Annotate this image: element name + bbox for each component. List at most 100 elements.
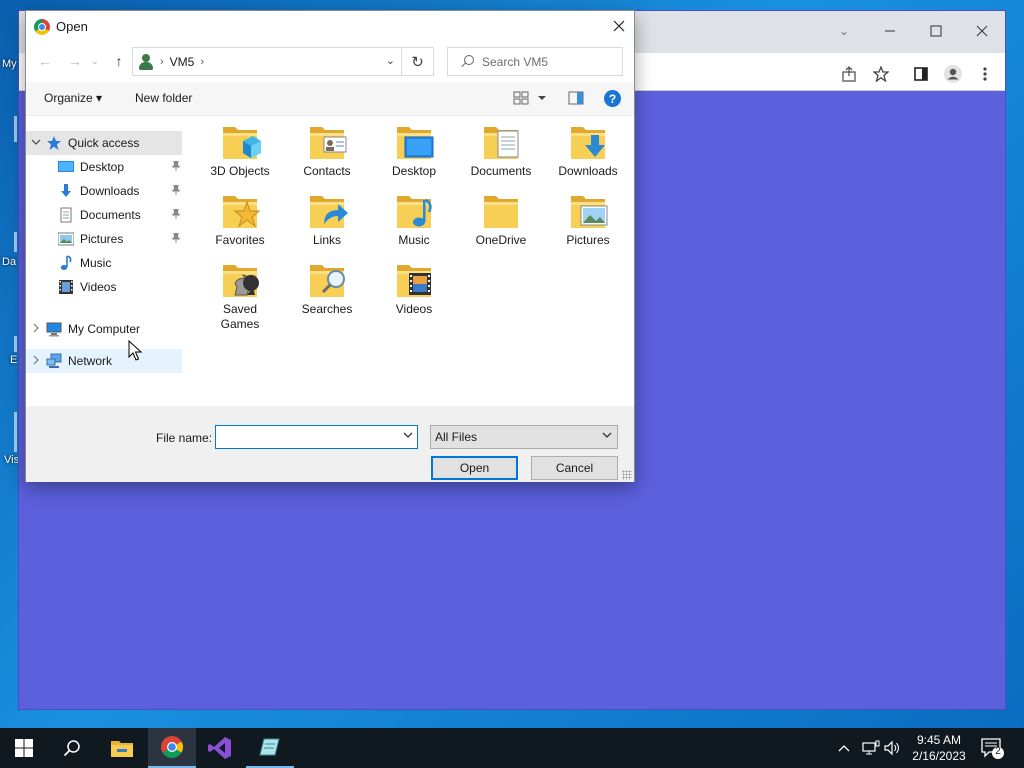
contacts-icon: [308, 121, 347, 161]
folder-label: Documents: [470, 164, 532, 178]
maximize-icon[interactable]: [913, 17, 959, 45]
side-panel-icon[interactable]: [907, 60, 935, 88]
recent-locations-button[interactable]: ⌄: [88, 49, 102, 73]
chrome-menu-icon[interactable]: [971, 60, 999, 88]
tray-overflow-chevron-icon[interactable]: [838, 728, 850, 768]
folder-item[interactable]: Favorites: [202, 190, 278, 248]
forward-button[interactable]: →: [64, 49, 86, 73]
dialog-close-button[interactable]: [604, 11, 634, 41]
system-clock[interactable]: 9:45 AM 2/16/2023: [904, 732, 974, 764]
desktop-icon-label[interactable]: E: [10, 354, 17, 366]
taskbar: 9:45 AM 2/16/2023 2: [0, 728, 1024, 768]
nav-videos[interactable]: Videos: [26, 275, 182, 299]
download-icon: [61, 184, 71, 197]
folder-item[interactable]: Saved Games: [202, 259, 278, 332]
search-input[interactable]: [482, 54, 622, 69]
refresh-button[interactable]: ↻: [402, 47, 434, 76]
pin-icon[interactable]: [171, 160, 181, 174]
help-icon[interactable]: ?: [604, 90, 621, 107]
file-type-dropdown-icon[interactable]: [602, 431, 612, 442]
nav-desktop[interactable]: Desktop: [26, 155, 182, 179]
folder-item[interactable]: Pictures: [550, 190, 626, 248]
profile-avatar-icon[interactable]: [939, 60, 967, 88]
share-icon[interactable]: [835, 60, 863, 88]
nav-documents[interactable]: Documents: [26, 203, 182, 227]
dialog-titlebar[interactable]: Open: [26, 11, 634, 42]
search-icon: [63, 740, 80, 757]
new-folder-button[interactable]: New folder: [135, 91, 192, 105]
folder-item[interactable]: Downloads: [550, 121, 626, 179]
desktop-icon-label[interactable]: Vis: [4, 454, 19, 466]
folder-label: Desktop: [391, 164, 437, 178]
search-box[interactable]: [447, 47, 623, 76]
desktop-icon: [58, 161, 74, 172]
collapse-chevron-icon[interactable]: [26, 138, 46, 149]
address-dropdown-icon[interactable]: ⌄: [386, 54, 395, 67]
folder-item[interactable]: 3D Objects: [202, 121, 278, 179]
volume-icon[interactable]: [884, 728, 902, 768]
desktop-icon[interactable]: [14, 232, 17, 252]
folder-item[interactable]: Contacts: [289, 121, 365, 179]
breadcrumb-separator[interactable]: ›: [160, 56, 164, 68]
folder-label: Searches: [301, 302, 353, 316]
view-options-dropdown-icon[interactable]: [537, 91, 547, 105]
nav-network[interactable]: Network: [26, 349, 182, 373]
change-view-icon[interactable]: [513, 91, 529, 105]
nav-music[interactable]: Music: [26, 251, 182, 275]
organize-button[interactable]: Organize ▾: [44, 91, 102, 105]
folder-item[interactable]: Links: [289, 190, 365, 248]
mouse-cursor-icon: [128, 340, 143, 361]
desktop-icon-label[interactable]: Da: [2, 256, 16, 268]
taskbar-file-explorer[interactable]: [98, 728, 146, 768]
taskbar-chrome[interactable]: [148, 728, 196, 768]
cancel-button[interactable]: Cancel: [531, 456, 618, 480]
folder-label: Downloads: [558, 164, 618, 178]
expand-chevron-icon[interactable]: [26, 323, 46, 336]
folder-item[interactable]: OneDrive: [463, 190, 539, 248]
bookmark-star-icon[interactable]: [867, 60, 895, 88]
taskbar-visual-studio[interactable]: [196, 728, 244, 768]
file-name-dropdown-icon[interactable]: [403, 431, 413, 442]
nav-my-computer[interactable]: My Computer: [26, 317, 182, 341]
taskbar-notepad[interactable]: [246, 728, 294, 768]
minimize-icon[interactable]: [867, 17, 913, 45]
folder-item[interactable]: Videos: [376, 259, 452, 317]
folder-item[interactable]: Music: [376, 190, 452, 248]
dialog-title: Open: [56, 19, 88, 34]
start-button[interactable]: [0, 728, 48, 768]
chrome-close-icon[interactable]: [959, 17, 1005, 45]
up-button[interactable]: ↑: [108, 49, 130, 73]
desktop-icon[interactable]: [14, 116, 17, 142]
breadcrumb-vm5[interactable]: VM5: [170, 55, 195, 69]
breadcrumb-separator[interactable]: ›: [200, 56, 204, 68]
action-center-button[interactable]: 2: [980, 736, 1004, 760]
taskbar-search-button[interactable]: [48, 728, 96, 768]
desktop-icon-label[interactable]: My: [2, 58, 17, 70]
open-file-dialog: Open ← → ⌄ ↑ › VM5 › ⌄ ↻ Organize ▾ New …: [25, 10, 635, 482]
pin-icon[interactable]: [171, 208, 181, 222]
nav-quick-access[interactable]: Quick access: [26, 131, 182, 155]
open-button[interactable]: Open: [431, 456, 518, 480]
nav-downloads[interactable]: Downloads: [26, 179, 182, 203]
resize-grip[interactable]: [622, 470, 632, 480]
pin-icon[interactable]: [171, 232, 181, 246]
pin-icon[interactable]: [171, 184, 181, 198]
expand-chevron-icon[interactable]: [26, 355, 46, 368]
desktop-icon[interactable]: [14, 336, 17, 352]
back-button[interactable]: ←: [34, 49, 56, 73]
file-name-combobox[interactable]: [215, 425, 418, 449]
file-type-value: All Files: [435, 430, 478, 444]
desktop-icon[interactable]: [14, 412, 17, 452]
preview-pane-icon[interactable]: [568, 91, 584, 105]
file-type-select[interactable]: All Files: [430, 425, 618, 449]
nav-pictures[interactable]: Pictures: [26, 227, 182, 251]
desktop-icon: [395, 121, 434, 161]
tab-search-icon[interactable]: ⌄: [821, 17, 867, 45]
video-icon: [59, 280, 73, 294]
folder-label: OneDrive: [475, 233, 527, 247]
network-status-icon[interactable]: [862, 728, 880, 768]
folder-item[interactable]: Searches: [289, 259, 365, 317]
folder-item[interactable]: Desktop: [376, 121, 452, 179]
folder-item[interactable]: Documents: [463, 121, 539, 179]
address-bar[interactable]: › VM5 › ⌄: [132, 47, 402, 76]
